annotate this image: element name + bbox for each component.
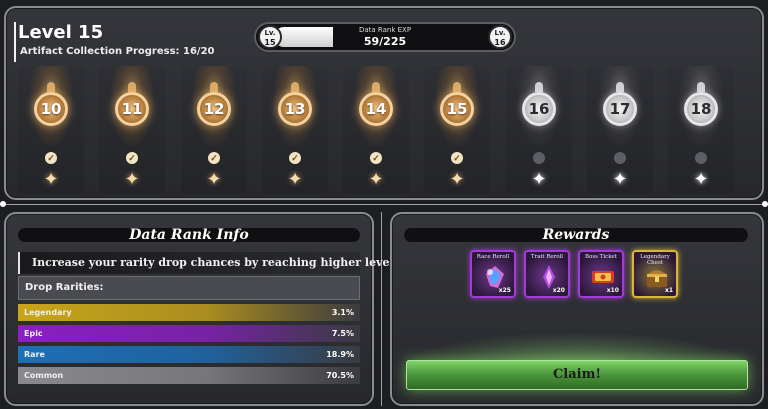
rewards-panel: Rewards Race Reroll x25 Trait Reroll x20 Bos… xyxy=(390,212,764,406)
check-icon: ✓ xyxy=(451,152,463,164)
sparkle-icon: ✦ xyxy=(693,169,709,189)
info-description: Increase your rarity drop chances by rea… xyxy=(18,252,405,274)
level-track: 10 ✓ ✦ 11 ✓ ✦ 12 ✓ ✦ 13 ✓ ✦ 14 ✓ ✦ 15 ✓ ✦ 16 ✦ 17 ✦ 18 ✦ xyxy=(18,66,754,196)
medal-ring xyxy=(453,82,461,92)
vertical-divider xyxy=(381,212,382,406)
info-title: Data Rank Info xyxy=(18,228,360,242)
level-medal: 16 xyxy=(522,92,556,126)
level-medal: 18 xyxy=(684,92,718,126)
medal-ring xyxy=(128,82,136,92)
drop-rarities-title: Drop Rarities: xyxy=(18,276,360,300)
medal-ring xyxy=(210,82,218,92)
check-icon: ✓ xyxy=(208,152,220,164)
exp-value: 59/225 xyxy=(363,35,407,48)
section-divider xyxy=(0,204,768,205)
rarity-name: Common xyxy=(24,371,64,380)
level-medal: 11 xyxy=(115,92,149,126)
rarity-row-epic: Epic 7.5% xyxy=(18,325,360,342)
level-17-slot: 17 ✦ xyxy=(587,66,653,194)
divider-dot xyxy=(0,201,6,207)
reward-quantity: x1 xyxy=(664,287,673,294)
rarity-name: Legendary xyxy=(24,308,72,317)
medal-ring xyxy=(372,82,380,92)
level-medal: 13 xyxy=(278,92,312,126)
reward-legendary-chest[interactable]: Legendary Chest x1 xyxy=(632,250,678,298)
level-medal: 17 xyxy=(603,92,637,126)
level-medal: 12 xyxy=(197,92,231,126)
title-accent-bar xyxy=(14,22,16,62)
medal-ring xyxy=(535,82,543,92)
exp-label: Data Rank EXP xyxy=(358,26,412,34)
level-12-slot: 12 ✓ ✦ xyxy=(181,66,247,194)
locked-dot-icon xyxy=(533,152,545,164)
reward-race-reroll[interactable]: Race Reroll x25 xyxy=(470,250,516,298)
level-title: Level 15 xyxy=(18,22,104,43)
sparkle-icon: ✦ xyxy=(368,169,384,189)
medal-ring xyxy=(47,82,55,92)
rarity-percent: 18.9% xyxy=(326,350,354,359)
rarity-row-common: Common 70.5% xyxy=(18,367,360,384)
check-icon: ✓ xyxy=(370,152,382,164)
rewards-title: Rewards xyxy=(404,228,748,242)
level-11-slot: 11 ✓ ✦ xyxy=(99,66,165,194)
rarity-name: Rare xyxy=(24,350,45,359)
reward-label: Boss Ticket xyxy=(584,254,618,260)
rarity-percent: 3.1% xyxy=(331,308,354,317)
level-14-slot: 14 ✓ ✦ xyxy=(343,66,409,194)
medal-ring xyxy=(697,82,705,92)
locked-dot-icon xyxy=(695,152,707,164)
level-medal: 10 xyxy=(34,92,68,126)
divider-dot xyxy=(762,201,768,207)
reward-label: Race Reroll xyxy=(476,254,510,260)
rarity-percent: 70.5% xyxy=(326,371,354,380)
medal-ring xyxy=(616,82,624,92)
check-icon: ✓ xyxy=(45,152,57,164)
rarity-name: Epic xyxy=(24,329,43,338)
sparkle-icon: ✦ xyxy=(531,169,547,189)
check-icon: ✓ xyxy=(289,152,301,164)
next-level-badge: Lv. 16 xyxy=(488,25,512,49)
data-rank-info-panel: Data Rank Info Increase your rarity drop… xyxy=(4,212,405,406)
rarity-row-rare: Rare 18.9% xyxy=(18,346,360,363)
exp-progress-bar: Lv. 15 Data Rank EXP 59/225 Lv. 16 xyxy=(254,22,516,52)
check-icon: ✓ xyxy=(126,152,138,164)
sparkle-icon: ✦ xyxy=(287,169,303,189)
level-progress-panel: Level 15 Artifact Collection Progress: 1… xyxy=(4,6,764,200)
reward-boss-ticket[interactable]: Boss Ticket x10 xyxy=(578,250,624,298)
reward-quantity: x10 xyxy=(606,287,619,294)
sparkle-icon: ✦ xyxy=(449,169,465,189)
level-16-slot: 16 ✦ xyxy=(506,66,572,194)
level-medal: 15 xyxy=(440,92,474,126)
next-level-prefix: Lv. xyxy=(494,29,506,37)
level-15-slot: 15 ✓ ✦ xyxy=(424,66,490,194)
level-13-slot: 13 ✓ ✦ xyxy=(262,66,328,194)
level-18-slot: 18 ✦ xyxy=(668,66,734,194)
medal-ring xyxy=(291,82,299,92)
reward-quantity: x20 xyxy=(552,287,565,294)
reward-trait-reroll[interactable]: Trait Reroll x20 xyxy=(524,250,570,298)
sparkle-icon: ✦ xyxy=(612,169,628,189)
rarity-percent: 7.5% xyxy=(331,329,354,338)
rarity-row-legendary: Legendary 3.1% xyxy=(18,304,360,321)
reward-label: Trait Reroll xyxy=(530,254,564,260)
sparkle-icon: ✦ xyxy=(206,169,222,189)
level-medal: 14 xyxy=(359,92,393,126)
sparkle-icon: ✦ xyxy=(124,169,140,189)
reward-quantity: x25 xyxy=(498,287,511,294)
next-level-number: 16 xyxy=(494,38,506,47)
sparkle-icon: ✦ xyxy=(43,169,59,189)
locked-dot-icon xyxy=(614,152,626,164)
artifact-progress-label: Artifact Collection Progress: 16/20 xyxy=(20,46,215,57)
claim-button[interactable]: Claim! xyxy=(406,360,748,390)
level-10-slot: 10 ✓ ✦ xyxy=(18,66,84,194)
